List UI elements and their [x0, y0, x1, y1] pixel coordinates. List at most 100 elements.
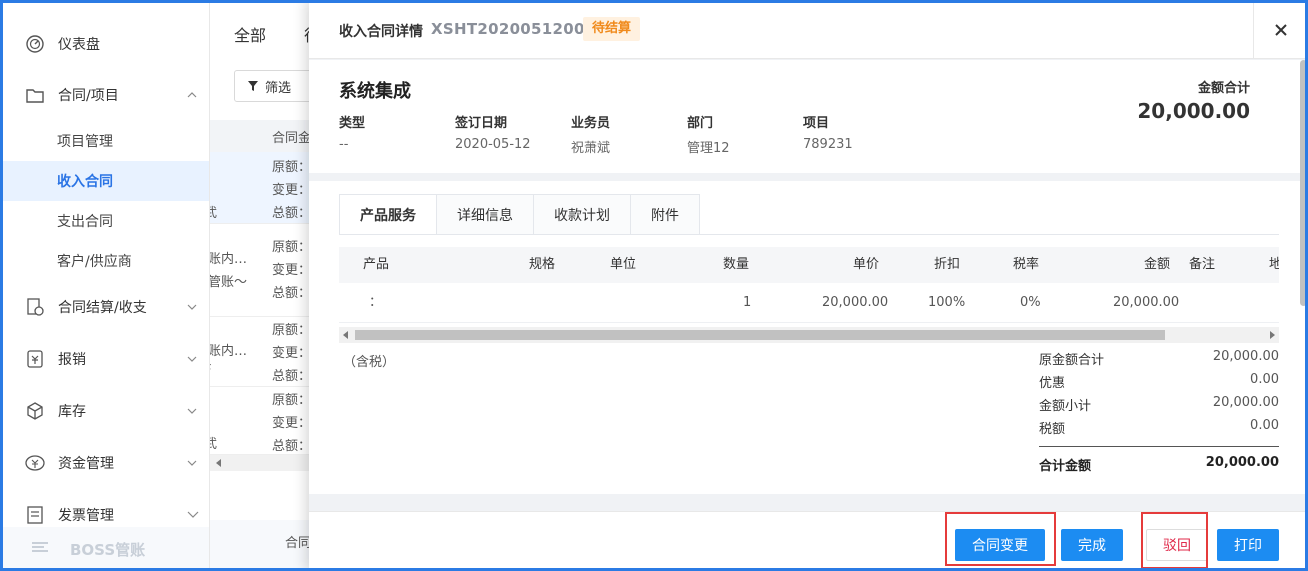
- grand-total-row: 合计金额 20,000.00: [1039, 455, 1279, 478]
- print-button[interactable]: 打印: [1217, 529, 1279, 561]
- sidebar-item-expense-contract[interactable]: 支出合同: [0, 201, 209, 241]
- column-header: 折扣: [934, 257, 961, 272]
- reimburse-icon: [24, 348, 46, 370]
- totals-label: 优惠: [1039, 376, 1066, 391]
- row-label: 变更：: [272, 263, 310, 278]
- row-label: 原额：: [272, 160, 310, 175]
- menu-item-inventory[interactable]: 库存: [0, 391, 209, 431]
- scroll-right-icon[interactable]: [1270, 331, 1275, 339]
- column-header: 地: [1269, 257, 1279, 272]
- grand-total-value: 20,000.00: [1205, 455, 1279, 470]
- contract-name: 系统集成: [339, 81, 411, 102]
- summary-field-department: 部门 管理12: [687, 112, 730, 156]
- menu-label: 合同结算/收支: [58, 300, 147, 316]
- menu-item-settlement[interactable]: 合同结算/收支: [0, 287, 209, 327]
- tab-payment-plan[interactable]: 收款计划: [534, 194, 631, 235]
- logo-icon: [30, 540, 50, 558]
- table-row[interactable]: 原额： 变更： 总额： 武: [210, 152, 310, 224]
- column-header: 合同金: [272, 131, 310, 146]
- contract-detail-drawer: 收入合同详情 XSHT20200512003 待结算 系统集成 类型 -- 签订…: [309, 0, 1308, 571]
- column-header: 金额: [1144, 257, 1171, 272]
- menu-item-dashboard[interactable]: 仪表盘: [0, 24, 209, 64]
- field-label: 部门: [687, 116, 714, 131]
- column-header: 税率: [1013, 257, 1040, 272]
- cube-icon: [24, 400, 46, 422]
- dashboard-icon: [24, 33, 46, 55]
- close-button[interactable]: [1253, 0, 1308, 59]
- cell-product: ：: [369, 295, 383, 310]
- field-value: 789231: [803, 137, 853, 152]
- close-icon: [1275, 23, 1287, 36]
- menu-label: 库存: [58, 404, 86, 420]
- totals-summary: 原金额合计 20,000.00 优惠 0.00 金额小计 20,000.00 税…: [1039, 349, 1279, 478]
- row-label: 原额：: [272, 393, 310, 408]
- tab-all[interactable]: 全部: [234, 22, 266, 46]
- menu-item-contract-project[interactable]: 合同/项目: [0, 75, 209, 115]
- field-label: 业务员: [571, 116, 611, 131]
- sidebar-item-project-mgmt[interactable]: 项目管理: [0, 121, 209, 161]
- total-amount-value: 20,000.00: [1137, 99, 1250, 123]
- field-label: 签订日期: [455, 116, 508, 131]
- scroll-left-icon[interactable]: [216, 459, 221, 467]
- menu-item-reimburse[interactable]: 报销: [0, 339, 209, 379]
- tab-detail-info[interactable]: 详细信息: [437, 194, 534, 235]
- highlight-box: [1141, 512, 1208, 569]
- chevron-down-icon: [187, 356, 197, 362]
- field-value: 2020-05-12: [455, 137, 531, 152]
- column-header: 备注: [1189, 257, 1216, 272]
- row-fragment: 武: [210, 206, 218, 221]
- chevron-up-icon: [187, 92, 197, 98]
- drawer-footer: 合同变更 完成 驳回 打印: [309, 511, 1308, 571]
- tab-attachments[interactable]: 附件: [631, 194, 700, 235]
- scroll-thumb[interactable]: [355, 330, 1165, 340]
- totals-value: 20,000.00: [1212, 349, 1279, 364]
- row-label: 总额：: [272, 206, 310, 221]
- sidebar-item-customer-supplier[interactable]: 客户/供应商: [0, 241, 209, 281]
- cell-quantity: 1: [743, 295, 752, 310]
- chevron-down-icon: [187, 304, 197, 310]
- drawer-title: 收入合同详情: [339, 24, 423, 40]
- list-footer: 合同: [210, 520, 310, 571]
- totals-label: 税额: [1039, 422, 1066, 437]
- highlight-box: [945, 512, 1056, 566]
- summary-field-project: 项目 789231: [803, 112, 853, 152]
- scroll-left-icon[interactable]: [343, 331, 348, 339]
- column-header: 单价: [853, 257, 880, 272]
- tax-note: （含税）: [343, 355, 396, 370]
- row-label: 原额：: [272, 323, 310, 338]
- drawer-header: 收入合同详情 XSHT20200512003 待结算: [309, 0, 1308, 59]
- totals-divider: [1039, 446, 1279, 447]
- brand-label: BOSS管账: [70, 540, 146, 559]
- drawer-body: 产品服务 详细信息 收款计划 附件 产品 规格 单位 数量 单价 折扣 税率 金…: [309, 181, 1308, 494]
- scroll-thumb[interactable]: [1300, 60, 1307, 306]
- cell-tax-rate: 0%: [1020, 295, 1041, 310]
- table-row[interactable]: 武 原额： 变更： 总额：: [210, 387, 310, 455]
- menu-item-funds[interactable]: 资金管理: [0, 443, 209, 483]
- table-row[interactable]: ： 1 20,000.00 100% 0% 20,000.00: [339, 283, 1279, 323]
- row-fragment: F: [210, 363, 211, 378]
- tab-product-service[interactable]: 产品服务: [339, 194, 437, 235]
- totals-label: 金额小计: [1039, 399, 1092, 414]
- menu-label: 仪表盘: [58, 37, 100, 53]
- table-scrollbar[interactable]: [339, 327, 1279, 343]
- field-label: 项目: [803, 116, 830, 131]
- contract-code: XSHT20200512003: [431, 20, 596, 38]
- totals-row: 优惠 0.00: [1039, 372, 1279, 395]
- table-row[interactable]: 账内… F 原额： 变更： 总额：: [210, 317, 310, 387]
- totals-value: 0.00: [1250, 372, 1279, 387]
- filter-button[interactable]: 筛选: [234, 70, 310, 102]
- row-label: 变更：: [272, 346, 310, 361]
- row-label: 变更：: [272, 416, 310, 431]
- chevron-down-icon[interactable]: [186, 508, 200, 522]
- list-scrollbar[interactable]: [210, 455, 310, 471]
- sidebar-item-income-contract[interactable]: 收入合同: [0, 161, 209, 201]
- grand-total-label: 合计金额: [1039, 459, 1092, 474]
- table-row[interactable]: 账内… 管账～ 原额： 变更： 总额：: [210, 224, 310, 317]
- row-fragment: 管账～: [210, 275, 248, 290]
- menu-label: 资金管理: [58, 456, 114, 472]
- column-header: 产品: [363, 257, 390, 272]
- complete-button[interactable]: 完成: [1061, 529, 1123, 561]
- row-label: 总额：: [272, 369, 310, 384]
- drawer-scrollbar[interactable]: [1299, 60, 1308, 310]
- totals-row: 金额小计 20,000.00: [1039, 395, 1279, 418]
